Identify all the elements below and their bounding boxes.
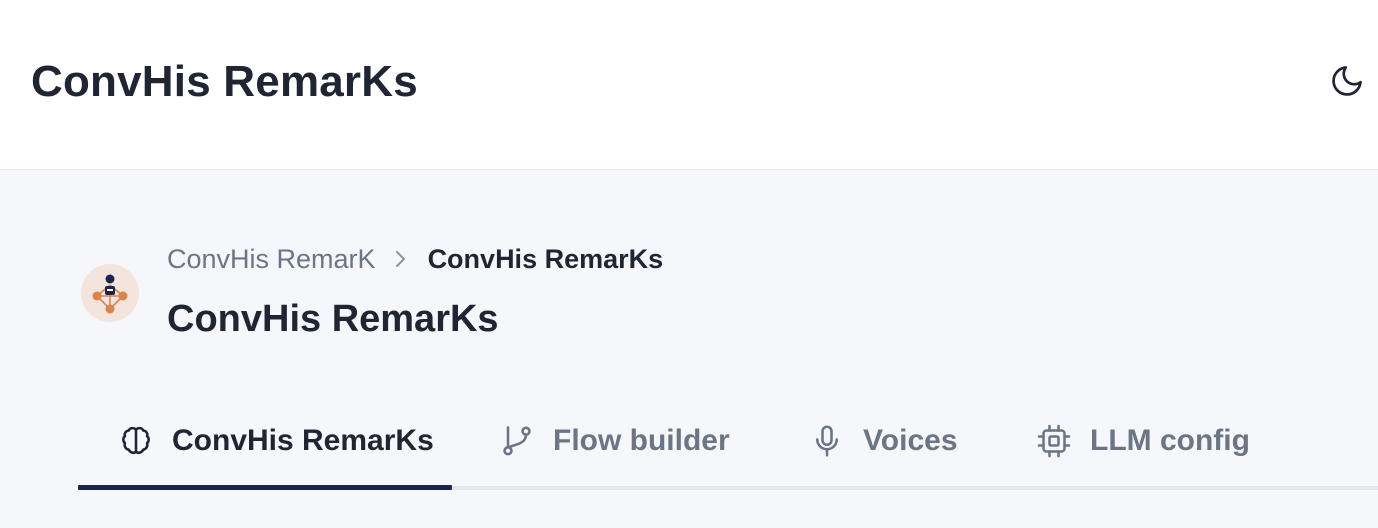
- tab-llm-config[interactable]: LLM config: [1036, 396, 1250, 486]
- page-title: ConvHis RemarKs: [167, 298, 499, 340]
- page-header: ConvHis RemarK ConvHis RemarKs ConvHis R…: [0, 171, 1378, 528]
- microphone-icon: [809, 423, 845, 459]
- tab-label: LLM config: [1090, 424, 1250, 457]
- cpu-chip-icon: [1036, 423, 1072, 459]
- tab-label: ConvHis RemarKs: [172, 424, 434, 457]
- breadcrumb: ConvHis RemarK ConvHis RemarKs: [167, 242, 663, 276]
- git-branch-icon: [499, 423, 535, 459]
- brain-icon: [118, 423, 154, 459]
- tab-bar: ConvHis RemarKs Flow builder Voices LLM …: [78, 396, 1378, 490]
- moon-icon: [1332, 66, 1362, 96]
- app-title: ConvHis RemarKs: [31, 57, 418, 106]
- theme-toggle-button[interactable]: [1328, 62, 1366, 100]
- tab-label: Flow builder: [553, 424, 730, 457]
- project-avatar: [81, 264, 139, 322]
- agent-network-icon: [92, 274, 128, 314]
- tab-convhis-remarks[interactable]: ConvHis RemarKs: [118, 396, 434, 486]
- active-tab-indicator: [78, 485, 452, 490]
- breadcrumb-current: ConvHis RemarKs: [427, 244, 664, 274]
- tab-label: Voices: [863, 424, 958, 457]
- tab-voices[interactable]: Voices: [809, 396, 958, 486]
- tab-flow-builder[interactable]: Flow builder: [499, 396, 730, 486]
- breadcrumb-parent-link[interactable]: ConvHis RemarK: [167, 242, 376, 276]
- chevron-right-icon: [394, 248, 408, 270]
- top-bar: ConvHis RemarKs: [0, 0, 1378, 170]
